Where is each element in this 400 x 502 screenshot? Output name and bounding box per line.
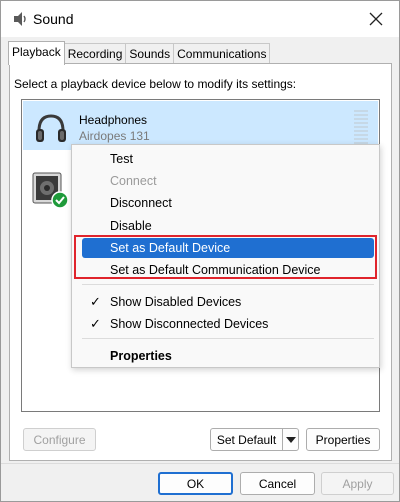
chevron-down-icon: [285, 436, 296, 443]
tab-playback[interactable]: Playback: [8, 41, 65, 65]
menu-item-show-disconnected[interactable]: ✓ Show Disconnected Devices: [82, 314, 374, 334]
tab-communications[interactable]: Communications: [173, 43, 271, 64]
headphones-icon: [33, 111, 69, 147]
device-name: Headphones: [79, 113, 148, 127]
speaker-app-icon: [11, 10, 29, 28]
tab-strip: Playback Recording Sounds Communications: [8, 41, 271, 65]
menu-item-test[interactable]: Test: [82, 149, 374, 169]
close-icon: [369, 12, 383, 26]
properties-button[interactable]: Properties: [306, 428, 380, 451]
speaker-icon[interactable]: [32, 172, 69, 210]
ok-button[interactable]: OK: [158, 472, 233, 495]
check-icon: ✓: [90, 316, 101, 331]
close-button[interactable]: [359, 5, 393, 33]
instruction-text: Select a playback device below to modify…: [14, 77, 297, 91]
menu-item-connect: Connect: [110, 174, 157, 188]
device-row-headphones[interactable]: Headphones Airdopes 131: [23, 101, 378, 150]
window-title: Sound: [33, 11, 74, 27]
configure-button: Configure: [23, 428, 96, 451]
menu-item-set-default-communication-device[interactable]: Set as Default Communication Device: [82, 260, 374, 280]
check-icon: ✓: [90, 294, 101, 309]
menu-item-disable[interactable]: Disable: [82, 216, 374, 236]
footer-divider: [1, 463, 399, 464]
device-subtitle: Airdopes 131: [79, 129, 150, 143]
set-default-dropdown[interactable]: [282, 428, 299, 451]
context-menu: Test Connect Disconnect Disable Set as D…: [71, 144, 380, 368]
volume-level-meter: [354, 110, 368, 146]
tab-sounds[interactable]: Sounds: [125, 43, 175, 64]
menu-item-disconnect[interactable]: Disconnect: [82, 193, 374, 213]
set-default-button[interactable]: Set Default: [210, 428, 283, 451]
sound-dialog: Sound Playback Recording Sounds Communic…: [0, 0, 400, 502]
menu-item-set-default-device[interactable]: Set as Default Device: [82, 238, 374, 258]
menu-item-label: Show Disabled Devices: [110, 295, 242, 309]
apply-button: Apply: [321, 472, 394, 495]
cancel-button[interactable]: Cancel: [240, 472, 315, 495]
tab-recording[interactable]: Recording: [63, 43, 127, 64]
menu-item-show-disabled[interactable]: ✓ Show Disabled Devices: [82, 292, 374, 312]
menu-separator: [82, 338, 374, 339]
menu-item-properties[interactable]: Properties: [82, 346, 374, 366]
menu-separator: [82, 284, 374, 285]
menu-item-label: Show Disconnected Devices: [110, 317, 269, 331]
green-check-icon: [51, 191, 69, 209]
title-bar: Sound: [1, 1, 399, 37]
